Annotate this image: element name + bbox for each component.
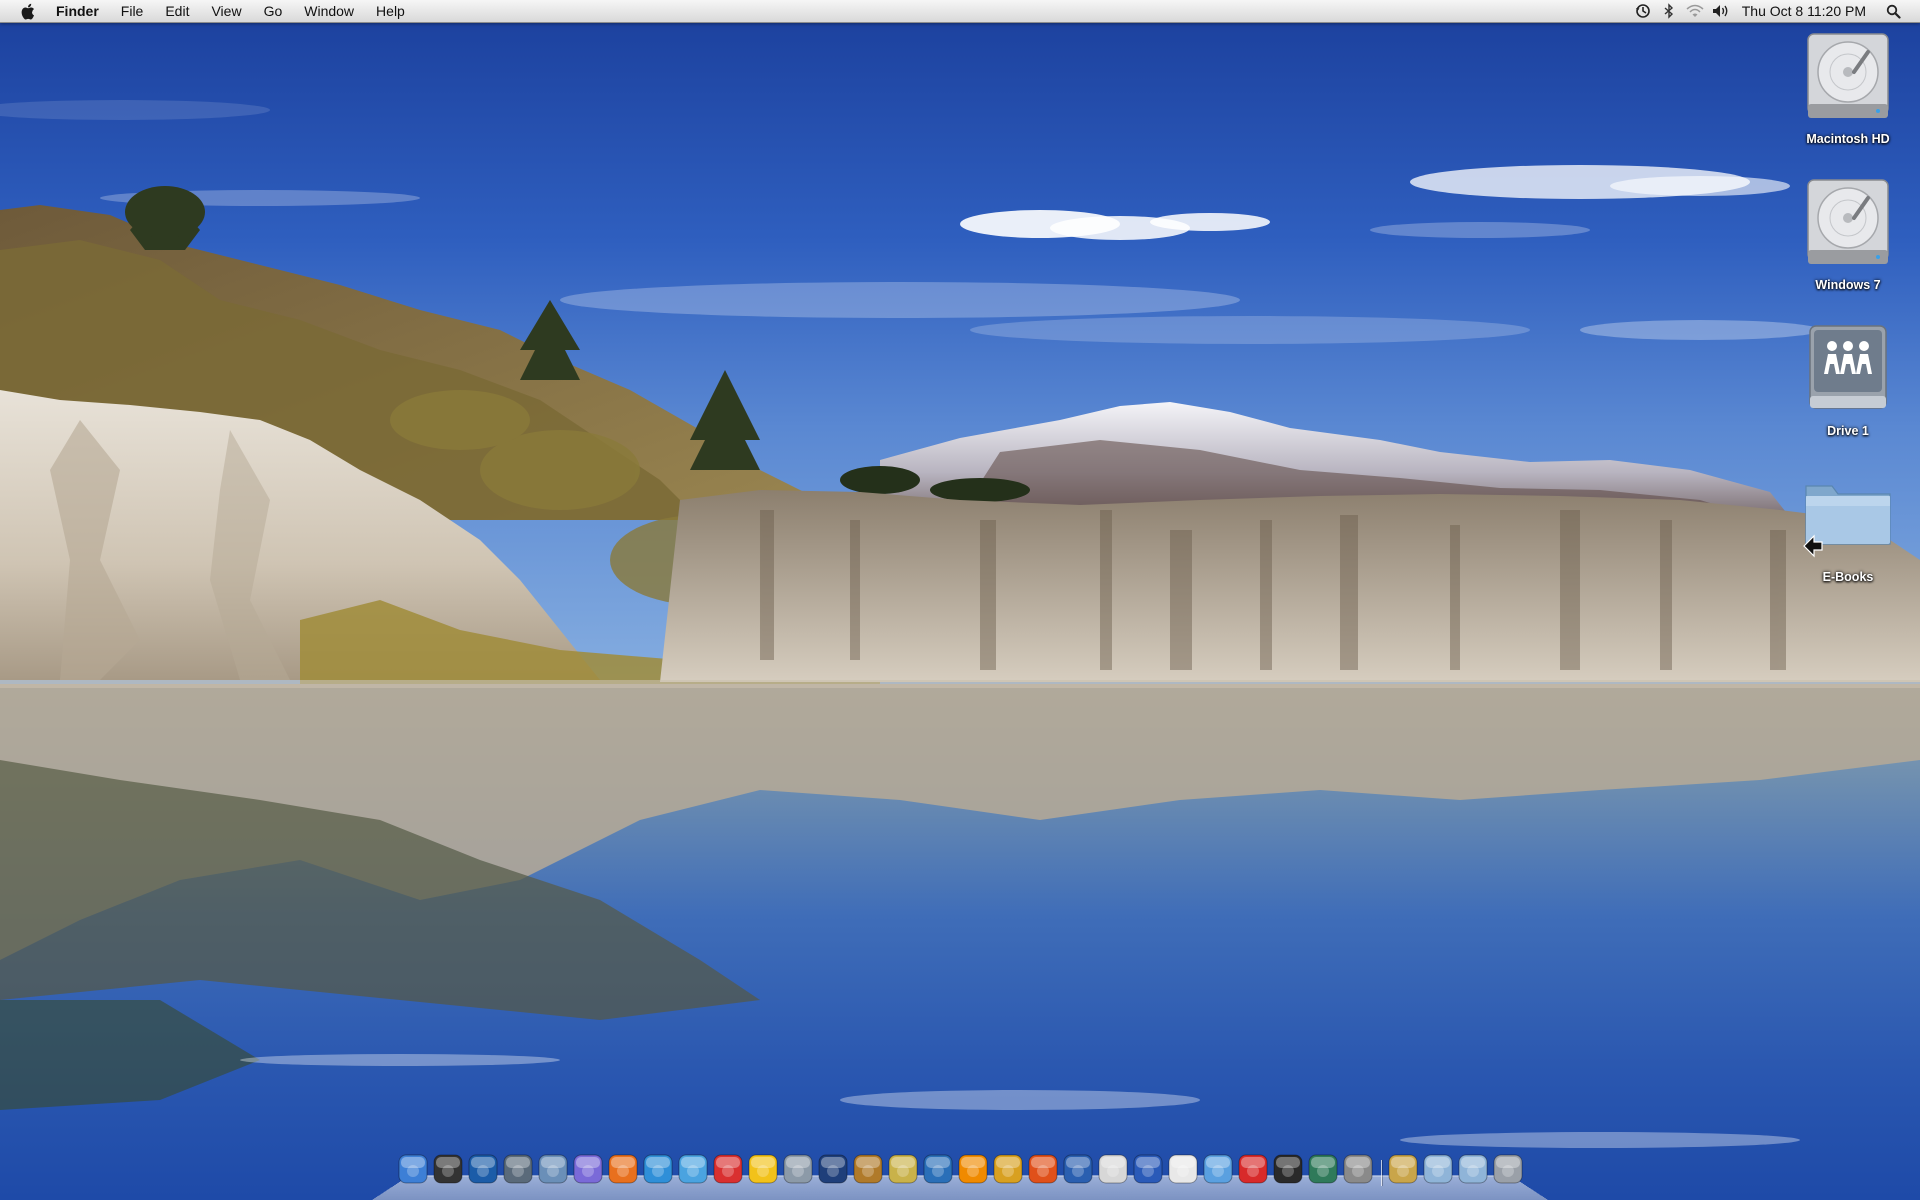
itunes-icon[interactable] bbox=[676, 1152, 710, 1186]
hard-drive-icon bbox=[1807, 179, 1889, 264]
desktop-icon-e-books[interactable]: E-Books bbox=[1790, 468, 1906, 614]
desktop-icon-drive-1[interactable]: Drive 1 bbox=[1790, 322, 1906, 468]
vnc-icon[interactable] bbox=[1236, 1152, 1270, 1186]
menu-clock[interactable]: Thu Oct 8 11:20 PM bbox=[1734, 0, 1878, 22]
desktop-icon-label: E-Books bbox=[1822, 570, 1874, 584]
menu-file[interactable]: File bbox=[110, 0, 155, 22]
desktop-wallpaper bbox=[0, 0, 1920, 1200]
script-editor-icon[interactable] bbox=[1166, 1152, 1200, 1186]
menu-go[interactable]: Go bbox=[253, 0, 294, 22]
spotlight-search-icon[interactable] bbox=[1878, 0, 1908, 22]
desktop-icon-windows-7[interactable]: Windows 7 bbox=[1790, 176, 1906, 322]
safari-icon[interactable] bbox=[641, 1152, 675, 1186]
menu-bar: Finder File Edit View Go Window Help Thu… bbox=[0, 0, 1920, 23]
pineapple-app-icon[interactable] bbox=[991, 1152, 1025, 1186]
adium-icon[interactable] bbox=[746, 1152, 780, 1186]
downloads-stack-icon[interactable] bbox=[1421, 1152, 1455, 1186]
image-capture-icon[interactable] bbox=[851, 1152, 885, 1186]
desktop-icon-macintosh-hd[interactable]: Macintosh HD bbox=[1790, 30, 1906, 176]
applications-stack-icon[interactable] bbox=[1456, 1152, 1490, 1186]
terminal-icon[interactable] bbox=[1271, 1152, 1305, 1186]
apple-logo-icon[interactable] bbox=[16, 0, 38, 22]
wifi-icon[interactable] bbox=[1682, 0, 1708, 22]
menu-bar-left: Finder File Edit View Go Window Help bbox=[0, 0, 416, 22]
kc-icon[interactable] bbox=[466, 1152, 500, 1186]
folder-alias-icon bbox=[1803, 485, 1891, 558]
menu-app-name[interactable]: Finder bbox=[56, 0, 110, 22]
web-app-icon[interactable] bbox=[571, 1152, 605, 1186]
cyberduck-icon[interactable] bbox=[1131, 1152, 1165, 1186]
firefox-icon[interactable] bbox=[606, 1152, 640, 1186]
dashboard-icon[interactable] bbox=[431, 1152, 465, 1186]
documents-stack-icon[interactable] bbox=[1386, 1152, 1420, 1186]
hard-drive-icon bbox=[1807, 33, 1889, 118]
time-machine-icon[interactable] bbox=[1630, 0, 1656, 22]
menu-edit[interactable]: Edit bbox=[154, 0, 200, 22]
finder-icon[interactable] bbox=[396, 1152, 430, 1186]
menu-help[interactable]: Help bbox=[365, 0, 416, 22]
dock-items bbox=[396, 1152, 1526, 1186]
textedit-icon[interactable] bbox=[1096, 1152, 1130, 1186]
iphoto-icon[interactable] bbox=[781, 1152, 815, 1186]
bluetooth-icon[interactable] bbox=[1656, 0, 1682, 22]
menu-view[interactable]: View bbox=[200, 0, 252, 22]
trash-icon[interactable] bbox=[1491, 1152, 1525, 1186]
quicktime-icon[interactable] bbox=[921, 1152, 955, 1186]
desktop-icon-label: Drive 1 bbox=[1827, 424, 1869, 438]
network-share-icon bbox=[1809, 325, 1887, 409]
word-app-icon[interactable] bbox=[1201, 1152, 1235, 1186]
ical-icon[interactable] bbox=[711, 1152, 745, 1186]
desktop-icon-label: Windows 7 bbox=[1815, 278, 1881, 292]
menu-bar-extras: Thu Oct 8 11:20 PM bbox=[1630, 0, 1920, 22]
volume-icon[interactable] bbox=[1708, 0, 1734, 22]
imovie-icon[interactable] bbox=[886, 1152, 920, 1186]
desktop-icon-column: Macintosh HD Windows 7 Drive 1 E-Books bbox=[1790, 30, 1906, 614]
network-globe-icon[interactable] bbox=[1061, 1152, 1095, 1186]
time-machine-icon[interactable] bbox=[1306, 1152, 1340, 1186]
system-preferences-icon[interactable] bbox=[1341, 1152, 1375, 1186]
dock-separator bbox=[1376, 1152, 1386, 1186]
vlc-icon[interactable] bbox=[956, 1152, 990, 1186]
spaces-icon[interactable] bbox=[501, 1152, 535, 1186]
photoshop-icon[interactable] bbox=[816, 1152, 850, 1186]
dock bbox=[372, 1148, 1548, 1200]
burn-app-icon[interactable] bbox=[1026, 1152, 1060, 1186]
desktop-icon-label: Macintosh HD bbox=[1806, 132, 1890, 146]
preview-icon[interactable] bbox=[536, 1152, 570, 1186]
menu-window[interactable]: Window bbox=[293, 0, 365, 22]
